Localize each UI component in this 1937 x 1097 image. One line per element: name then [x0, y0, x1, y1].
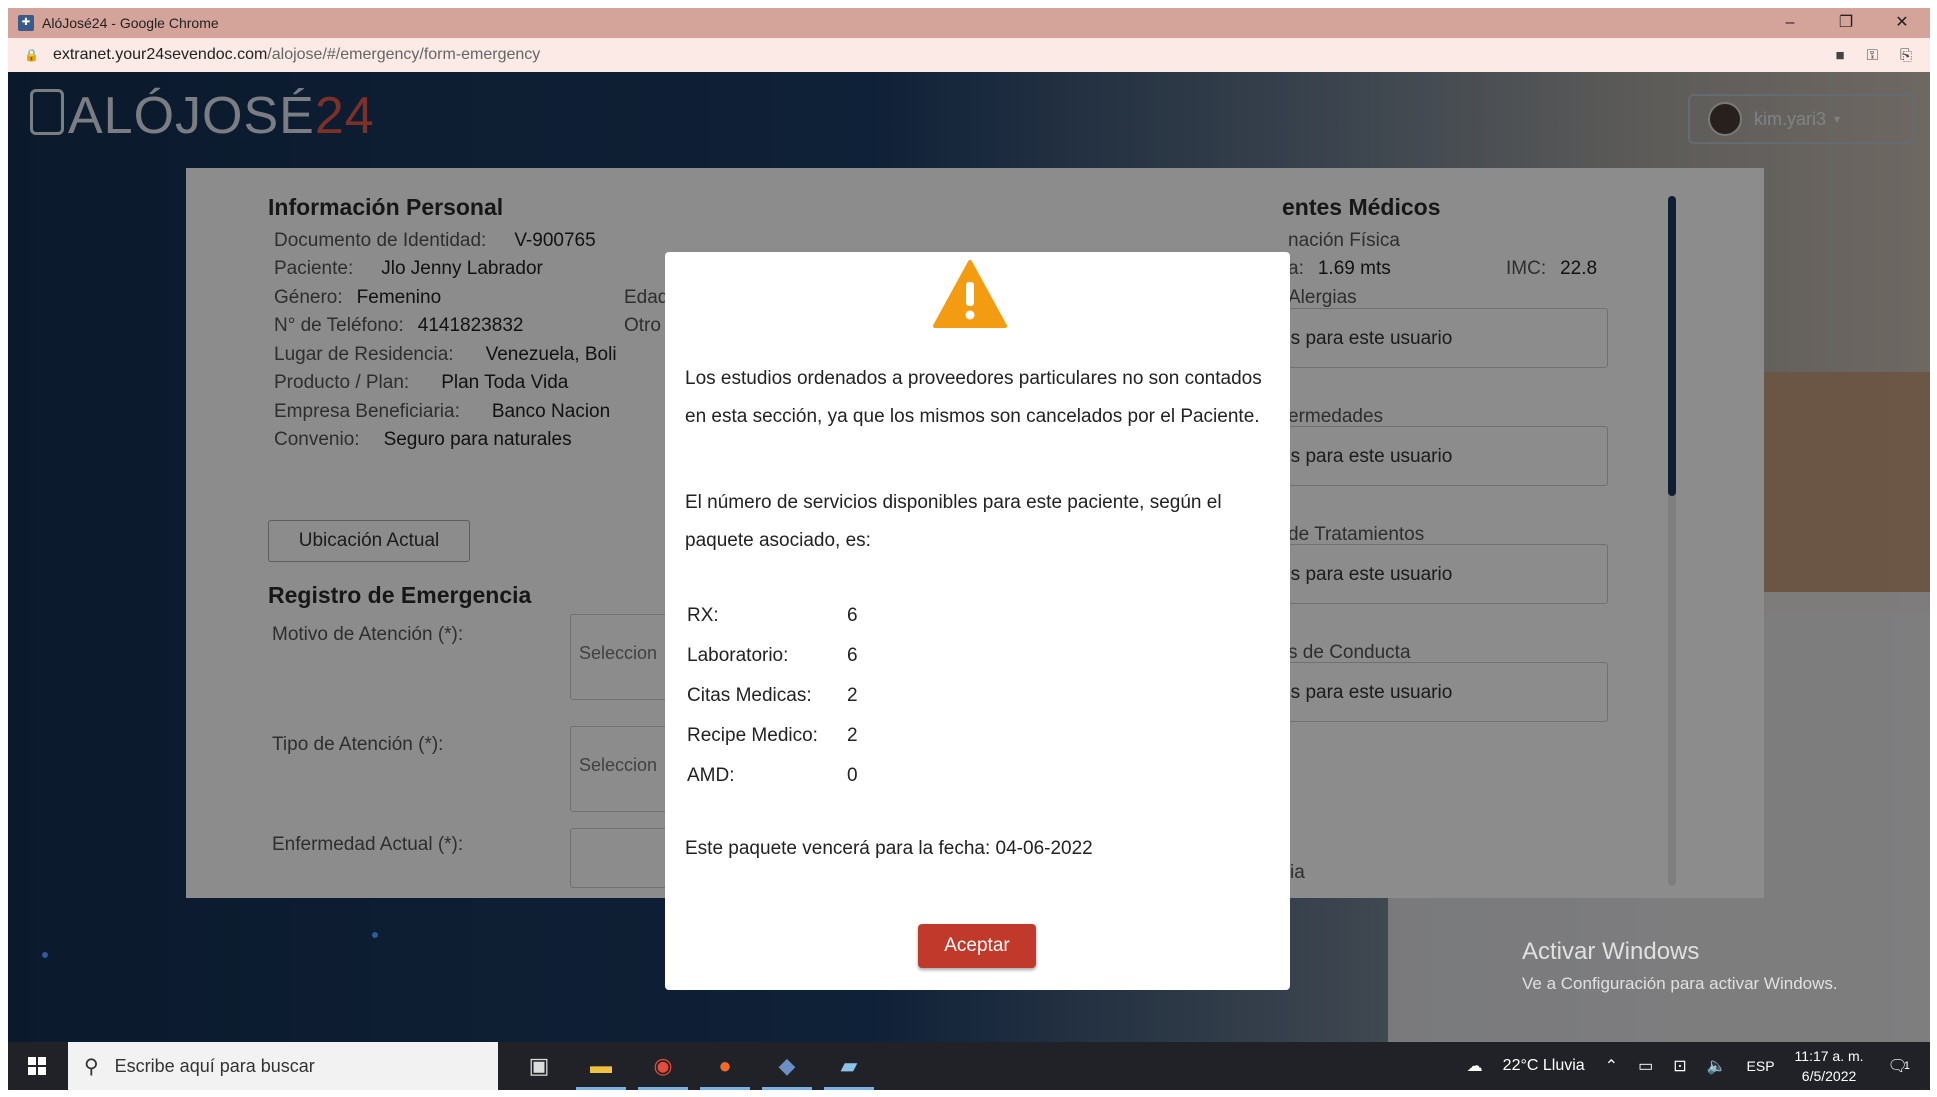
file-explorer-icon[interactable]: ▬: [570, 1042, 632, 1090]
lock-icon: 🔒: [24, 48, 39, 62]
battery-icon[interactable]: ▭: [1638, 1056, 1653, 1076]
windows-taskbar: ⚲ Escribe aquí para buscar ▣ ▬ ◉ ● ◆ ▰ ☁…: [8, 1042, 1930, 1090]
notepad-app-icon[interactable]: ▰: [818, 1042, 880, 1090]
service-name: Laboratorio:: [687, 645, 789, 666]
weather-text[interactable]: 22°C Lluvia: [1503, 1057, 1585, 1075]
browser-title-bar: ✚ AlóJosé24 - Google Chrome – ❐ ✕: [8, 8, 1930, 38]
clock-date: 6/5/2022: [1801, 1068, 1857, 1084]
volume-icon[interactable]: 🔈: [1707, 1056, 1727, 1076]
windows-logo-icon: [28, 1057, 46, 1075]
camera-icon[interactable]: ■: [1836, 47, 1845, 64]
window-controls: – ❐ ✕: [1762, 8, 1930, 38]
expiry-text: Este paquete vencerá para la fecha: 04-0…: [685, 838, 1093, 859]
url-host: extranet.your24sevendoc.com: [52, 46, 268, 63]
windows-activation-subtitle: Ve a Configuración para activar Windows.: [1522, 974, 1838, 993]
search-placeholder: Escribe aquí para buscar: [114, 1055, 315, 1076]
warning-icon: [933, 260, 1007, 328]
service-name: Citas Medicas:: [687, 685, 812, 706]
chevron-up-icon[interactable]: ⌃: [1605, 1056, 1618, 1076]
address-bar-icons: ■ ⚿ ⎘: [1836, 38, 1913, 72]
window-title: AlóJosé24 - Google Chrome: [42, 15, 219, 31]
app-favicon-icon: ✚: [18, 15, 34, 31]
browser-app-icon[interactable]: ●: [694, 1042, 756, 1090]
address-bar[interactable]: 🔒 extranet.your24sevendoc.com/alojose/#/…: [8, 38, 1930, 72]
service-name: AMD:: [687, 765, 735, 786]
system-tray: ☁ 22°C Lluvia ⌃ ▭ ⊡ 🔈 ESP 11:17 a. m. 6/…: [1467, 1042, 1930, 1090]
search-icon: ⚲: [84, 1055, 99, 1078]
service-value: 2: [847, 725, 858, 746]
windows-activation-title: Activar Windows: [1522, 938, 1700, 965]
service-value: 0: [847, 765, 858, 786]
service-name: RX:: [687, 605, 719, 626]
taskbar-search[interactable]: ⚲ Escribe aquí para buscar: [68, 1042, 498, 1090]
service-value: 6: [847, 645, 858, 666]
accept-button[interactable]: Aceptar: [918, 924, 1036, 968]
services-modal: Los estudios ordenados a proveedores par…: [665, 252, 1290, 990]
notification-count: 1: [1903, 1060, 1910, 1072]
chrome-icon[interactable]: ◉: [632, 1042, 694, 1090]
modal-paragraph-2: El número de servicios disponibles para …: [685, 492, 1222, 551]
screen: ✚ AlóJosé24 - Google Chrome – ❐ ✕ 🔒 extr…: [8, 8, 1930, 1090]
clock[interactable]: 11:17 a. m. 6/5/2022: [1795, 1046, 1864, 1086]
close-button[interactable]: ✕: [1874, 8, 1930, 38]
url-path: /alojose/#/emergency/form-emergency: [267, 46, 541, 63]
modal-paragraph-1: Los estudios ordenados a proveedores par…: [685, 368, 1262, 427]
database-app-icon[interactable]: ◆: [756, 1042, 818, 1090]
clock-time: 11:17 a. m.: [1794, 1048, 1864, 1064]
service-value: 6: [847, 605, 858, 626]
language-indicator[interactable]: ESP: [1747, 1058, 1775, 1074]
restore-button[interactable]: ❐: [1818, 8, 1874, 38]
service-value: 2: [847, 685, 858, 706]
translate-icon[interactable]: ⎘: [1900, 47, 1912, 64]
decorative-dot: [372, 932, 378, 938]
service-name: Recipe Medico:: [687, 725, 818, 746]
web-page: ALÓJOSÉ24 kim.yari3 ▾ Información Person…: [8, 72, 1930, 1042]
start-button[interactable]: [8, 1042, 66, 1090]
key-icon[interactable]: ⚿: [1867, 47, 1878, 64]
url-text[interactable]: extranet.your24sevendoc.com/alojose/#/em…: [53, 46, 540, 64]
weather-icon[interactable]: ☁: [1467, 1056, 1483, 1076]
decorative-dot: [42, 952, 48, 958]
taskbar-apps: ▣ ▬ ◉ ● ◆ ▰: [508, 1042, 880, 1090]
task-view-icon[interactable]: ▣: [508, 1042, 570, 1090]
network-icon[interactable]: ⊡: [1673, 1056, 1686, 1076]
minimize-button[interactable]: –: [1762, 8, 1818, 38]
